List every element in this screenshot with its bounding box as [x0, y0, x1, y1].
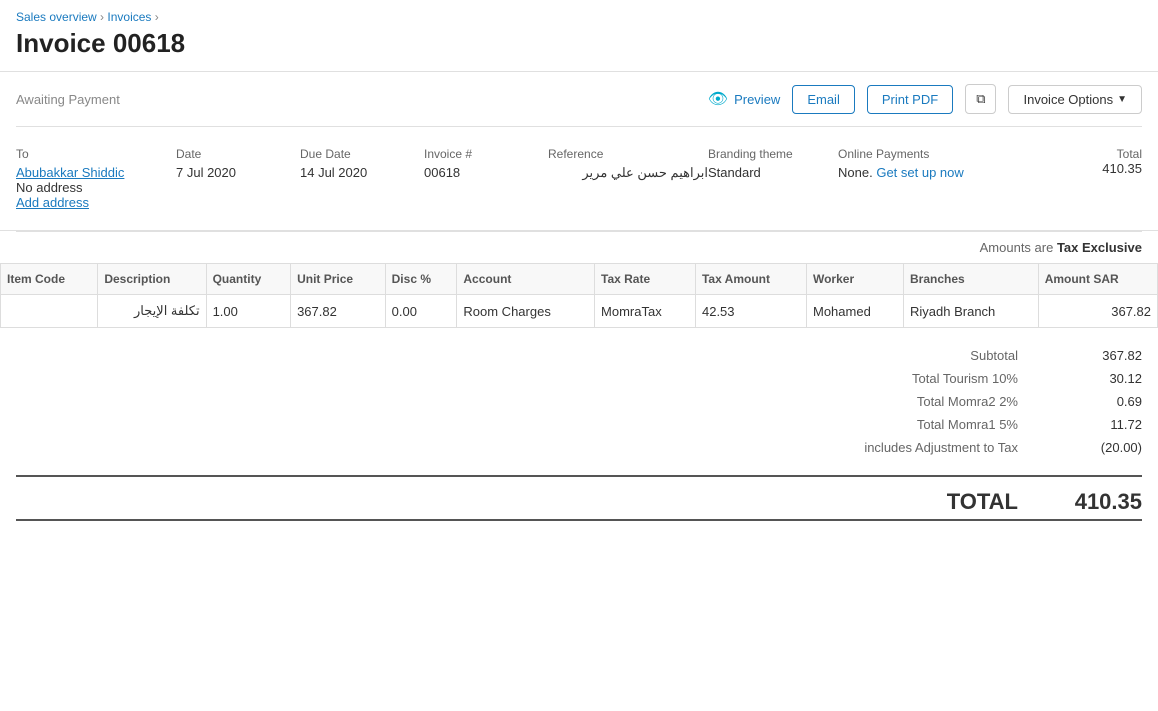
amounts-note-prefix: Amounts are	[980, 240, 1054, 255]
online-payments-none: None.	[838, 165, 873, 180]
meta-no-address: No address	[16, 180, 176, 195]
col-account: Account	[457, 264, 595, 295]
col-worker: Worker	[806, 264, 903, 295]
chevron-down-icon: ▼	[1117, 94, 1127, 105]
meta-online-payments-value: None. Get set up now	[838, 165, 1018, 180]
meta-invoice-num-value: 00618	[424, 165, 548, 180]
breadcrumb-sales-overview[interactable]: Sales overview	[16, 10, 97, 24]
cell-amount-sar: 367.82	[1038, 295, 1157, 328]
breadcrumb-invoices[interactable]: Invoices	[107, 10, 151, 24]
cell-worker: Mohamed	[806, 295, 903, 328]
meta-branding-theme: Branding theme Standard	[708, 147, 838, 210]
subtotal-value: 367.82	[1042, 348, 1142, 363]
momra2-value: 0.69	[1042, 394, 1142, 409]
meta-online-payments: Online Payments None. Get set up now	[838, 147, 1018, 210]
get-set-up-link[interactable]: Get set up now	[876, 165, 963, 180]
adjustment-value: (20.00)	[1042, 440, 1142, 455]
table-header-row: Item Code Description Quantity Unit Pric…	[1, 264, 1158, 295]
col-tax-amount: Tax Amount	[695, 264, 806, 295]
meta-reference: Reference ابراهيم حسن علي مرير	[548, 147, 708, 210]
cell-unit-price: 367.82	[291, 295, 386, 328]
preview-button[interactable]: 👁 Preview	[708, 89, 781, 109]
adjustment-label: includes Adjustment to Tax	[842, 440, 1042, 455]
momra2-row: Total Momra2 2% 0.69	[16, 390, 1142, 413]
invoice-table: Item Code Description Quantity Unit Pric…	[0, 263, 1158, 328]
invoice-options-button[interactable]: Invoice Options ▼	[1008, 85, 1142, 114]
subtotal-row: Subtotal 367.82	[16, 344, 1142, 367]
meta-invoice-num-label: Invoice #	[424, 147, 548, 161]
meta-due-date-label: Due Date	[300, 147, 424, 161]
copy-button[interactable]: ⧉	[965, 84, 996, 114]
breadcrumb: Sales overview › Invoices ›	[0, 0, 1158, 24]
col-unit-price: Unit Price	[291, 264, 386, 295]
totals-section: Subtotal 367.82 Total Tourism 10% 30.12 …	[0, 328, 1158, 475]
cell-quantity: 1.00	[206, 295, 291, 328]
momra1-value: 11.72	[1042, 417, 1142, 432]
meta-date-value: 7 Jul 2020	[176, 165, 300, 180]
preview-label: Preview	[734, 92, 780, 107]
meta-total-value: 410.35	[1018, 161, 1142, 176]
col-description: Description	[98, 264, 206, 295]
meta-to-label: To	[16, 147, 176, 161]
eye-icon: 👁	[708, 89, 728, 109]
cell-account: Room Charges	[457, 295, 595, 328]
col-amount-sar: Amount SAR	[1038, 264, 1157, 295]
email-button[interactable]: Email	[792, 85, 855, 114]
meta-date-label: Date	[176, 147, 300, 161]
meta-total-label: Total	[1018, 147, 1142, 161]
cell-tax-amount: 42.53	[695, 295, 806, 328]
amounts-note-tax-type: Tax Exclusive	[1057, 240, 1142, 255]
invoice-meta: To Abubakkar Shiddic No address Add addr…	[0, 127, 1158, 231]
status-bar: Awaiting Payment 👁 Preview Email Print P…	[0, 72, 1158, 126]
momra1-row: Total Momra1 5% 11.72	[16, 413, 1142, 436]
meta-to: To Abubakkar Shiddic No address Add addr…	[16, 147, 176, 210]
status-badge: Awaiting Payment	[16, 92, 696, 107]
meta-branding-value: Standard	[708, 165, 838, 180]
table-row: تكلفة الإيجار 1.00 367.82 0.00 Room Char…	[1, 295, 1158, 328]
tourism-value: 30.12	[1042, 371, 1142, 386]
meta-invoice-num: Invoice # 00618	[424, 147, 548, 210]
meta-reference-value: ابراهيم حسن علي مرير	[548, 165, 708, 181]
tourism-row: Total Tourism 10% 30.12	[16, 367, 1142, 390]
subtotal-label: Subtotal	[842, 348, 1042, 363]
meta-total: Total 410.35	[1018, 147, 1142, 210]
cell-tax-rate: MomraTax	[595, 295, 696, 328]
col-quantity: Quantity	[206, 264, 291, 295]
cell-item-code	[1, 295, 98, 328]
meta-due-date: Due Date 14 Jul 2020	[300, 147, 424, 210]
col-tax-rate: Tax Rate	[595, 264, 696, 295]
page-title: Invoice 00618	[0, 24, 1158, 72]
amounts-note: Amounts are Tax Exclusive	[0, 232, 1158, 263]
adjustment-row: includes Adjustment to Tax (20.00)	[16, 436, 1142, 459]
col-item-code: Item Code	[1, 264, 98, 295]
col-disc-pct: Disc %	[385, 264, 457, 295]
print-pdf-button[interactable]: Print PDF	[867, 85, 953, 114]
breadcrumb-sep2: ›	[155, 10, 159, 24]
meta-branding-label: Branding theme	[708, 147, 838, 161]
momra1-label: Total Momra1 5%	[842, 417, 1042, 432]
tourism-label: Total Tourism 10%	[842, 371, 1042, 386]
meta-add-address[interactable]: Add address	[16, 195, 176, 210]
meta-online-payments-label: Online Payments	[838, 147, 1018, 161]
total-final-label: TOTAL	[822, 489, 1042, 515]
meta-due-date-value: 14 Jul 2020	[300, 165, 424, 180]
customer-link[interactable]: Abubakkar Shiddic	[16, 165, 124, 180]
meta-reference-label: Reference	[548, 147, 708, 161]
total-final-value: 410.35	[1042, 489, 1142, 515]
cell-branches: Riyadh Branch	[904, 295, 1039, 328]
invoice-table-container: Item Code Description Quantity Unit Pric…	[0, 263, 1158, 328]
meta-date: Date 7 Jul 2020	[176, 147, 300, 210]
invoice-options-label: Invoice Options	[1023, 92, 1113, 107]
meta-customer-name[interactable]: Abubakkar Shiddic	[16, 165, 176, 180]
col-branches: Branches	[904, 264, 1039, 295]
add-address-link[interactable]: Add address	[16, 195, 89, 210]
cell-disc-pct: 0.00	[385, 295, 457, 328]
cell-description: تكلفة الإيجار	[98, 295, 206, 328]
momra2-label: Total Momra2 2%	[842, 394, 1042, 409]
